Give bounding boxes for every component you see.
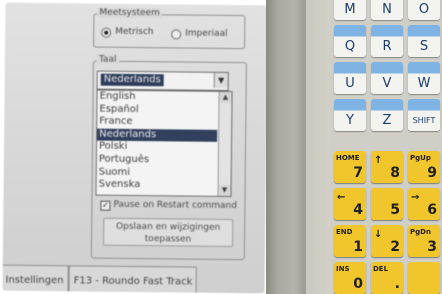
save-apply-button[interactable]: Opslaan en wijzigingen toepassen [102,217,234,248]
key-label: ← [337,192,346,203]
scroll-up-icon[interactable]: ▲ [219,91,232,104]
key-number: 5 [390,202,400,218]
numpad-key-9[interactable]: PgUp 9 [408,151,440,183]
language-listbox[interactable]: English Español France Nederlands Polski Port… [95,89,233,198]
key-n[interactable]: N [371,0,403,20]
save-button-line1: Opslaan en wijzigingen [116,221,221,233]
radio-imperial[interactable] [171,29,182,40]
save-button-line2: toepassen [144,234,192,245]
numpad-key-.[interactable]: DEL. [371,262,403,294]
key-z[interactable]: Z [371,99,403,131]
radio-metric-label: Metrisch [115,26,154,38]
units-group-label: Meetsysteem [97,7,162,19]
key-number: 6 [427,202,437,218]
numpad-key-4[interactable]: ← 4 [334,188,366,220]
pause-checkbox-label: Pause on Restart command [113,199,237,212]
numpad-key-7[interactable]: HOME 7 [334,151,366,183]
key-u[interactable]: U [334,62,366,94]
key-number: 9 [427,165,437,181]
tab-roundo-fast-track[interactable]: F13 - Roundo Fast Track [68,265,197,294]
language-list: English Español France Nederlands Polski Port… [97,91,232,193]
numpad-key-0[interactable]: INS 0 [334,262,366,294]
key-number: 4 [353,202,363,218]
key-number: 3 [427,239,437,255]
key-number: 7 [353,165,363,181]
photo-frame: Meetsysteem Metrisch Imperiaal Taal Nede… [0,0,442,294]
radio-metric[interactable] [101,27,112,38]
key-shift[interactable]: SHIFT [408,99,440,131]
language-list-item[interactable]: Suomi [97,166,217,180]
language-list-item[interactable]: Português [97,154,217,168]
key-y[interactable]: Y [334,99,366,131]
device-screen: Meetsysteem Metrisch Imperiaal Taal Nede… [2,2,268,294]
chevron-down-icon[interactable]: ▼ [213,72,228,88]
language-list-item[interactable]: English [97,91,217,105]
key-m[interactable]: M [334,0,366,20]
language-combobox[interactable]: Nederlands ▼ [96,70,229,91]
numpad-key-3[interactable]: PgDn 3 [408,225,440,257]
scroll-down-icon[interactable]: ▼ [218,184,231,197]
key-r[interactable]: R [371,25,403,57]
key-label: INS [336,265,350,273]
key-s[interactable]: S [408,25,440,57]
language-list-item[interactable]: Nederlands [97,128,218,143]
language-list-item[interactable]: France [97,116,217,130]
numpad-key-6[interactable]: → 6 [408,188,440,220]
key-o[interactable]: O [408,0,440,20]
key-number: . [394,276,400,292]
language-list-item[interactable]: Español [97,103,217,117]
radio-imperial-label: Imperiaal [185,28,228,39]
numpad-key-8[interactable]: ↑ 8 [371,151,403,183]
key-number: 2 [390,239,400,255]
key-w[interactable]: W [408,62,440,94]
key-label: HOME [336,154,360,162]
key-number: 8 [390,165,400,181]
tab-settings[interactable]: Instellingen [2,264,69,294]
language-list-item[interactable]: Svenska [97,179,217,193]
tab-settings-label: Instellingen [5,274,64,287]
key-label: DEL [373,265,389,273]
language-group-label: Taal [96,54,119,65]
pause-checkbox[interactable]: ✓ [100,200,111,211]
key-label: PgUp [410,154,431,162]
key-label: ↑ [374,155,383,166]
numpad-key-1[interactable]: END 1 [334,225,366,257]
tab-roundo-label: F13 - Roundo Fast Track [73,275,193,288]
key-label: PgDn [410,228,431,236]
keypad-panel: M N O Q R S U V W Y Z SHIFT HOME 7 ↑ 8 PgUp 9 ← 4 5 → 6 END 1 ↓ 2 P… [330,0,442,294]
language-combo-value: Nederlands [100,73,164,87]
key-number: 1 [353,239,363,255]
numpad-key-5[interactable]: 5 [371,188,403,220]
numpad-key-blank[interactable] [408,262,440,294]
listbox-scrollbar[interactable]: ▲ ▼ [217,91,232,197]
key-v[interactable]: V [371,62,403,94]
key-label: ↓ [374,229,383,240]
key-number: 0 [353,276,363,292]
key-q[interactable]: Q [334,25,366,57]
language-list-item[interactable]: Polski [97,141,217,155]
screen-bezel [266,0,306,294]
key-label: END [336,228,353,236]
key-label: → [411,192,420,203]
numpad-key-2[interactable]: ↓ 2 [371,225,403,257]
